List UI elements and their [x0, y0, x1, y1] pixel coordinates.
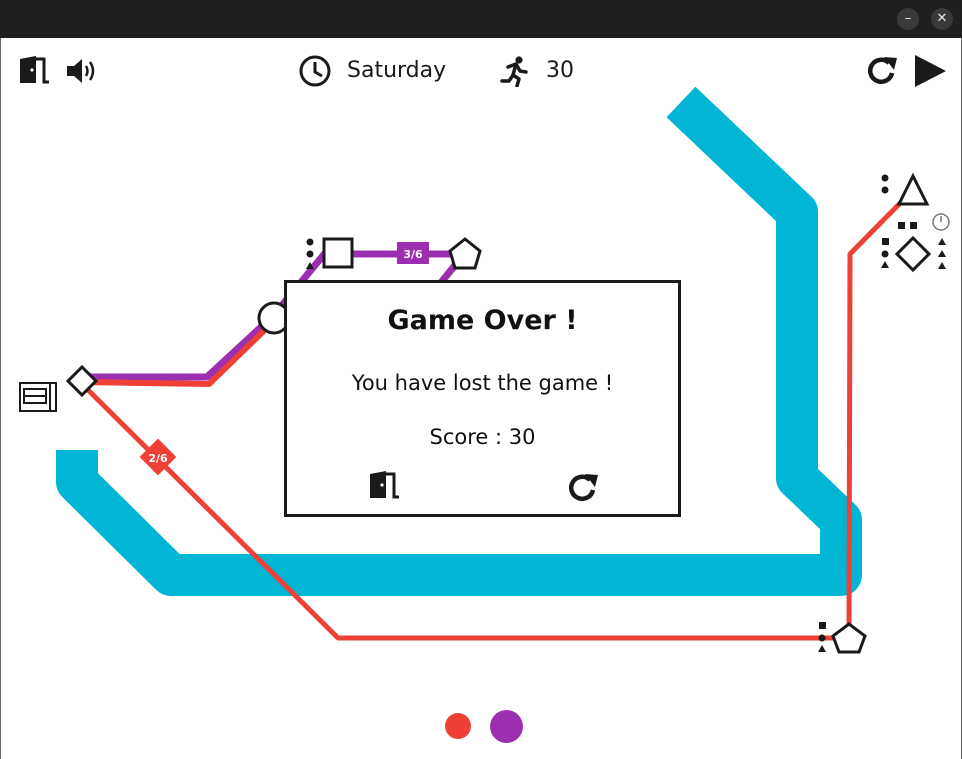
minimize-button[interactable]: – [897, 8, 919, 30]
train-depot-icon [19, 382, 57, 412]
red-line-train-label: 2/6 [148, 452, 168, 465]
station-timer [932, 213, 950, 231]
station-triangle [896, 172, 930, 206]
dialog-restart-button[interactable] [565, 470, 601, 506]
restart-icon[interactable] [864, 53, 900, 89]
speaker-icon[interactable] [65, 56, 101, 86]
window-titlebar: – ✕ [0, 0, 962, 38]
restart-icon [568, 474, 598, 501]
line-selector-red[interactable] [445, 713, 471, 739]
play-icon[interactable] [913, 54, 947, 88]
game-canvas[interactable]: 2/6 3/6 Saturday 30 Game Over ! You have… [0, 38, 962, 759]
station-pentagon-bottom [831, 622, 867, 654]
passengers-pentagon-bottom [818, 622, 826, 652]
clock-icon [298, 54, 332, 88]
dialog-exit-button[interactable] [367, 470, 403, 506]
dialog-score: Score : 30 [429, 425, 536, 449]
game-over-dialog: Game Over ! You have lost the game ! Sco… [284, 280, 681, 517]
passengers-triangle [881, 174, 889, 194]
station-pentagon-top [448, 237, 482, 270]
dialog-message: You have lost the game ! [351, 371, 614, 395]
day-label: Saturday [347, 58, 447, 83]
runner-icon [499, 55, 529, 88]
close-button[interactable]: ✕ [931, 8, 953, 30]
dialog-title: Game Over ! [387, 305, 578, 336]
passenger-count: 30 [546, 58, 574, 83]
purple-line-train: 3/6 [397, 242, 429, 264]
door-exit-icon [370, 471, 399, 499]
station-square [322, 237, 354, 269]
purple-line-train-label: 3/6 [403, 248, 423, 261]
door-exit-icon[interactable] [18, 55, 50, 87]
station-diamond-right [894, 235, 932, 273]
line-selector-purple[interactable] [490, 710, 523, 743]
